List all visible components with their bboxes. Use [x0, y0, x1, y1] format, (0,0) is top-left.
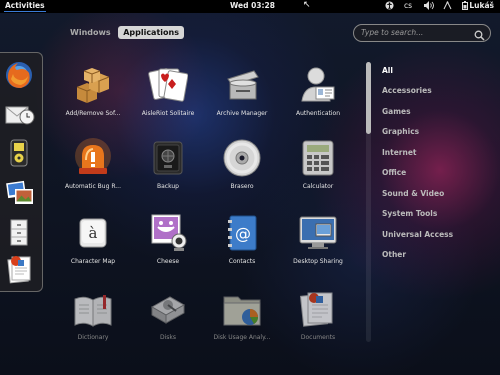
search-icon — [474, 26, 485, 45]
app-cheese[interactable]: Cheese — [128, 213, 208, 285]
app-authentication[interactable]: Authentication — [278, 65, 358, 137]
top-bar: Activities Wed 03:28 ↖ cs Lukáš — [0, 0, 500, 13]
app-calculator[interactable]: Calculator — [278, 138, 358, 210]
tab-windows[interactable]: Windows — [65, 26, 116, 39]
tab-applications[interactable]: Applications — [118, 26, 184, 39]
category-internet[interactable]: Internet — [382, 148, 482, 162]
app-label: Dictionary — [77, 334, 109, 341]
disk-drive-icon — [148, 289, 188, 329]
app-desktop-sharing[interactable]: Desktop Sharing — [278, 213, 358, 285]
category-graphics[interactable]: Graphics — [382, 127, 482, 141]
activities-button[interactable]: Activities — [4, 1, 46, 12]
app-grid-scrollbar[interactable] — [366, 62, 371, 342]
app-character-map[interactable]: à Character Map — [53, 213, 133, 285]
app-label: Add/Remove Sof... — [65, 110, 121, 117]
clock[interactable]: Wed 03:28 — [230, 1, 275, 10]
app-archive-manager[interactable]: Archive Manager — [202, 65, 282, 137]
view-selector: Windows Applications — [65, 26, 184, 39]
search-box — [353, 24, 491, 42]
app-label: Calculator — [302, 183, 334, 190]
category-other[interactable]: Other — [382, 250, 482, 264]
app-label: Character Map — [70, 258, 116, 265]
safe-icon — [148, 138, 188, 178]
character-key-icon: à — [73, 213, 113, 253]
app-label: Brasero — [230, 183, 254, 190]
app-backup[interactable]: Backup — [128, 138, 208, 210]
monitors-icon — [298, 213, 338, 253]
archive-icon — [222, 65, 262, 105]
scrollbar-thumb[interactable] — [366, 62, 371, 134]
file-cabinet-icon[interactable] — [3, 216, 35, 248]
app-documents[interactable]: Documents — [278, 289, 358, 361]
office-document-icon[interactable] — [3, 253, 35, 285]
app-label: Archive Manager — [216, 110, 268, 117]
app-contacts[interactable]: @ Contacts — [202, 213, 282, 285]
category-accessories[interactable]: Accessories — [382, 86, 482, 100]
firefox-icon[interactable] — [3, 59, 35, 91]
folder-pie-icon — [222, 289, 262, 329]
documents-icon — [298, 289, 338, 329]
person-id-icon — [298, 65, 338, 105]
category-games[interactable]: Games — [382, 107, 482, 121]
svg-text:à: à — [89, 224, 98, 242]
app-automatic-bug-reporting[interactable]: Automatic Bug R... — [53, 138, 133, 210]
app-label: Disk Usage Analy... — [213, 334, 271, 341]
packages-icon — [73, 65, 113, 105]
photo-viewer-icon[interactable] — [3, 177, 35, 209]
app-disk-usage-analyzer[interactable]: Disk Usage Analy... — [202, 289, 282, 361]
search-input[interactable] — [361, 26, 466, 39]
playing-cards-icon — [148, 65, 189, 105]
dash — [0, 52, 43, 292]
app-label: Contacts — [228, 258, 256, 265]
app-label: Documents — [300, 334, 336, 341]
app-brasero[interactable]: Brasero — [202, 138, 282, 210]
app-label: Automatic Bug R... — [65, 183, 121, 190]
app-label: Authentication — [295, 110, 341, 117]
app-label: AisleRiot Solitaire — [141, 110, 195, 117]
disc-icon — [222, 138, 262, 178]
alarm-light-icon — [73, 138, 113, 178]
webcam-photo-icon — [148, 213, 188, 253]
mouse-cursor-icon: ↖ — [303, 0, 311, 10]
app-disks[interactable]: Disks — [128, 289, 208, 361]
address-book-icon: @ — [222, 213, 262, 253]
app-label: Disks — [159, 334, 176, 341]
battery-icon[interactable] — [462, 1, 468, 12]
book-icon — [73, 289, 113, 329]
category-office[interactable]: Office — [382, 168, 482, 182]
network-icon[interactable] — [443, 0, 452, 12]
category-system-tools[interactable]: System Tools — [382, 209, 482, 223]
keyboard-layout[interactable]: cs — [404, 1, 412, 10]
volume-icon[interactable] — [424, 1, 434, 12]
calculator-icon — [298, 138, 338, 178]
svg-text:@: @ — [235, 224, 251, 243]
app-dictionary[interactable]: Dictionary — [53, 289, 133, 361]
category-sound-video[interactable]: Sound & Video — [382, 189, 482, 203]
app-aisleriot-solitaire[interactable]: AisleRiot Solitaire — [128, 65, 208, 137]
app-label: Desktop Sharing — [293, 258, 343, 265]
app-label: Cheese — [156, 258, 180, 265]
accessibility-icon[interactable] — [385, 1, 394, 12]
music-player-icon[interactable] — [3, 137, 35, 169]
app-add-remove-software[interactable]: Add/Remove Sof... — [53, 65, 133, 137]
user-menu[interactable]: Lukáš — [469, 1, 494, 10]
category-all[interactable]: All — [382, 66, 482, 80]
mail-clock-icon[interactable] — [3, 97, 35, 129]
app-label: Backup — [157, 183, 179, 190]
category-universal-access[interactable]: Universal Access — [382, 230, 482, 244]
